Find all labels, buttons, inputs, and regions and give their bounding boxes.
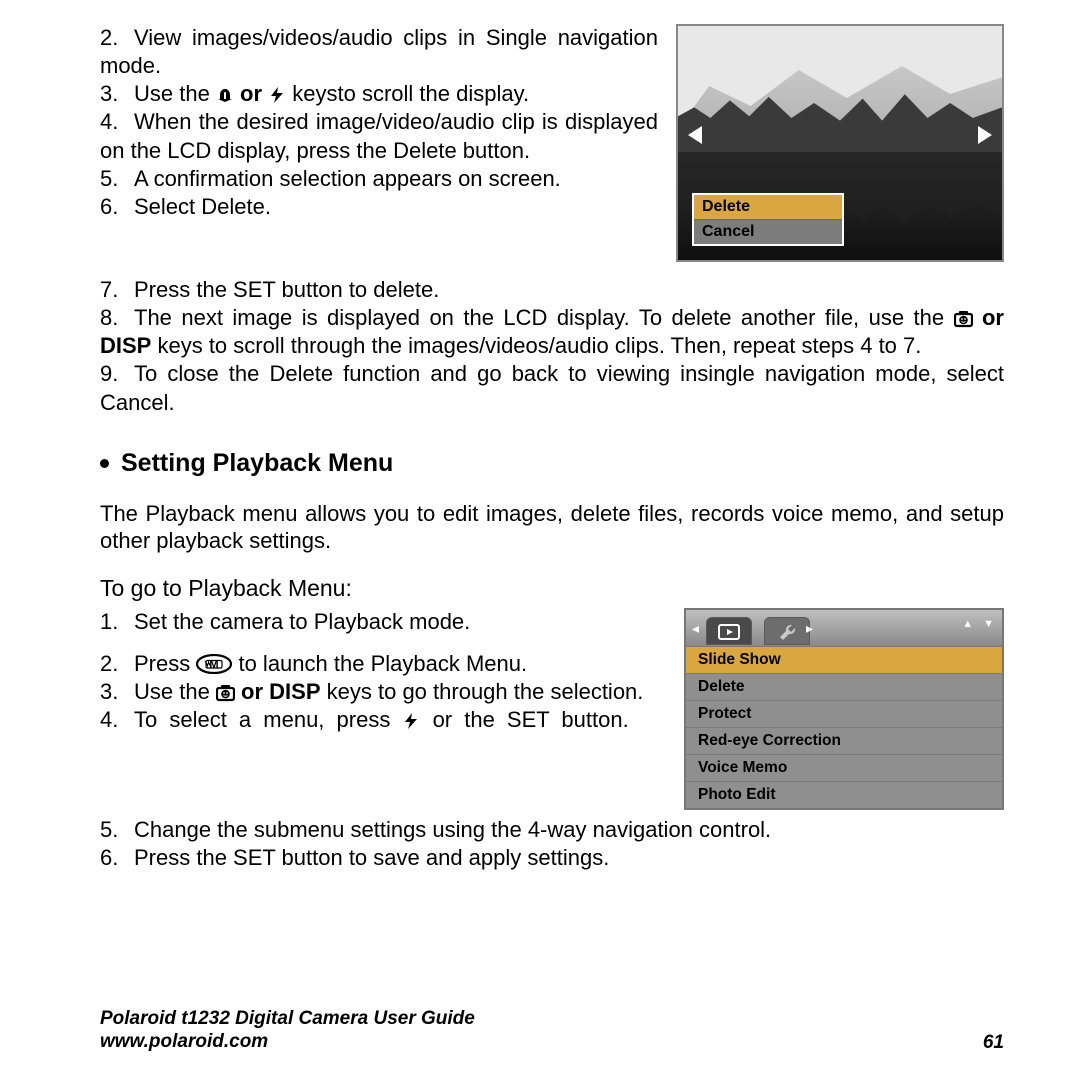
- step-9: 9.To close the Delete function and go ba…: [100, 360, 1004, 416]
- playback-steps-bottom: 5.Change the submenu settings using the …: [100, 816, 1004, 872]
- menu-items: Slide Show Delete Protect Red-eye Correc…: [686, 646, 1002, 808]
- step-text: Change the submenu settings using the 4-…: [134, 817, 771, 842]
- pb-step-3: 3.Use the or DISP keys to go through the…: [100, 678, 666, 706]
- step-text: Set the camera to Playback mode.: [134, 609, 470, 634]
- step-text: When the desired image/video/audio clip …: [100, 109, 658, 162]
- tab-right-icon: ▸: [806, 620, 813, 637]
- menu-item-protect: Protect: [686, 700, 1002, 727]
- delete-steps-bottom: 7.Press the SET button to delete. 8.The …: [100, 276, 1004, 417]
- step-6: 6.Select Delete.: [100, 193, 658, 221]
- playback-menu-figure: ◂ ▸ ▲ ▼ Slide Show Delete Protect Red-eye…: [684, 608, 1004, 810]
- macro-icon: [216, 86, 234, 104]
- step-3: 3.Use the or keysto scroll the display.: [100, 80, 658, 108]
- pb-step-5: 5.Change the submenu settings using the …: [100, 816, 1004, 844]
- step-4: 4.When the desired image/video/audio cli…: [100, 108, 658, 164]
- delete-steps-top: 2.View images/videos/audio clips in Sing…: [100, 24, 658, 262]
- step-text: Select Delete.: [134, 194, 271, 219]
- up-icon: ▲: [962, 618, 973, 630]
- face-frame-icon: [954, 310, 973, 328]
- step-7: 7.Press the SET button to delete.: [100, 276, 1004, 304]
- step-text: Press to launch the Playback Menu.: [134, 651, 527, 676]
- section-paragraph: The Playback menu allows you to edit ima…: [100, 500, 1004, 555]
- step-text: Use the or keysto scroll the display.: [134, 81, 529, 106]
- bullet-icon: [100, 459, 109, 468]
- step-text: To close the Delete function and go back…: [100, 361, 1004, 414]
- step-text: A confirmation selection appears on scre…: [134, 166, 561, 191]
- menu-item-voice-memo: Voice Memo: [686, 754, 1002, 781]
- pb-step-1: 1.Set the camera to Playback mode.: [100, 608, 666, 636]
- step-2: 2.View images/videos/audio clips in Sing…: [100, 24, 658, 80]
- tab-left-icon: ◂: [692, 620, 699, 637]
- step-text: Press the SET button to save and apply s…: [134, 845, 609, 870]
- dialog-option-cancel: Cancel: [694, 219, 842, 244]
- menu-tab-bar: ◂ ▸ ▲ ▼: [686, 610, 1002, 646]
- tab-setup: [764, 617, 810, 645]
- manual-page: 2.View images/videos/audio clips in Sing…: [0, 0, 1080, 1080]
- menu-oval-icon: [196, 654, 232, 674]
- face-frame-icon: [216, 684, 235, 702]
- delete-confirm-dialog: Delete Cancel: [692, 193, 844, 246]
- lcd-delete-dialog-figure: Delete Cancel: [676, 24, 1004, 262]
- step-8: 8.The next image is displayed on the LCD…: [100, 304, 1004, 360]
- menu-item-slide-show: Slide Show: [686, 646, 1002, 673]
- step-text: To select a menu, press or the SET butto…: [134, 707, 629, 732]
- pb-step-2: 2.Press to launch the Playback Menu.: [100, 650, 666, 678]
- step-text: Press the SET button to delete.: [134, 277, 439, 302]
- step-text: View images/videos/audio clips in Single…: [100, 25, 658, 78]
- tab-playback: [706, 617, 752, 645]
- menu-item-photo-edit: Photo Edit: [686, 781, 1002, 808]
- disp-key: DISP: [269, 679, 320, 704]
- down-icon: ▼: [983, 618, 994, 630]
- step-5: 5.A confirmation selection appears on sc…: [100, 165, 658, 193]
- footer-title: Polaroid t1232 Digital Camera User Guide: [100, 1007, 475, 1031]
- page-number: 61: [983, 1032, 1004, 1054]
- disp-key: DISP: [100, 333, 151, 358]
- playback-steps-left: 1.Set the camera to Playback mode. 2.Pre…: [100, 608, 666, 735]
- dialog-option-delete: Delete: [694, 195, 842, 219]
- footer-url: www.polaroid.com: [100, 1030, 475, 1054]
- pb-step-6: 6.Press the SET button to save and apply…: [100, 844, 1004, 872]
- pb-step-4: 4.To select a menu, press or the SET but…: [100, 706, 666, 734]
- flash-icon: [402, 712, 420, 730]
- step-text: Use the or DISP keys to go through the s…: [134, 679, 643, 704]
- menu-item-delete: Delete: [686, 673, 1002, 700]
- nav-left-icon: [688, 126, 702, 144]
- flash-icon: [268, 86, 286, 104]
- section-heading: Setting Playback Menu: [100, 449, 1004, 478]
- nav-right-icon: [978, 126, 992, 144]
- page-footer: Polaroid t1232 Digital Camera User Guide…: [100, 1007, 1004, 1055]
- section-subheading: To go to Playback Menu:: [100, 575, 1004, 602]
- step-text: The next image is displayed on the LCD d…: [100, 305, 1004, 358]
- menu-item-red-eye: Red-eye Correction: [686, 727, 1002, 754]
